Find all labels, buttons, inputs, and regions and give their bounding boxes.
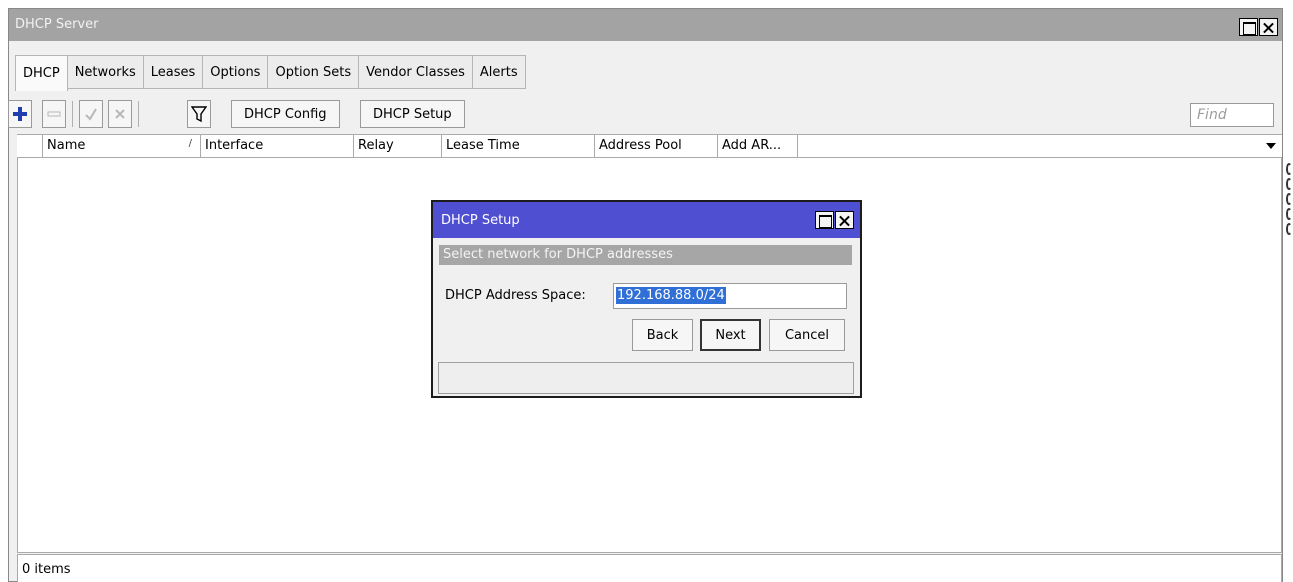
close-icon[interactable] bbox=[835, 211, 854, 229]
table-header: Name / Interface Relay Lease Time Addres… bbox=[17, 134, 1282, 158]
dhcp-setup-button[interactable]: DHCP Setup bbox=[360, 100, 465, 128]
dialog-title: DHCP Setup bbox=[441, 213, 520, 228]
column-filler bbox=[798, 135, 1282, 157]
toolbar: DHCP Config DHCP Setup Find bbox=[8, 97, 1282, 137]
column-selector[interactable] bbox=[17, 135, 43, 158]
column-add-arp[interactable]: Add AR... bbox=[718, 135, 798, 158]
toolbar-separator bbox=[138, 101, 139, 127]
item-count: 0 items bbox=[22, 562, 71, 577]
dialog-window-controls bbox=[815, 211, 854, 229]
tab-dhcp[interactable]: DHCP bbox=[15, 55, 68, 91]
background-strip bbox=[0, 0, 1293, 8]
maximize-icon[interactable] bbox=[1239, 18, 1258, 36]
column-lease-time[interactable]: Lease Time bbox=[442, 135, 595, 158]
tab-bar: DHCP Networks Leases Options Option Sets… bbox=[15, 55, 526, 91]
address-space-input[interactable]: 192.168.88.0/24 bbox=[613, 283, 847, 309]
address-space-label: DHCP Address Space: bbox=[445, 288, 586, 303]
window-title: DHCP Server bbox=[15, 17, 99, 32]
column-interface[interactable]: Interface bbox=[201, 135, 354, 158]
cancel-button[interactable]: Cancel bbox=[769, 319, 845, 351]
window-controls bbox=[1239, 18, 1278, 36]
cross-icon bbox=[115, 109, 125, 119]
back-button[interactable]: Back bbox=[632, 319, 693, 351]
plus-icon bbox=[13, 107, 27, 121]
column-address-pool[interactable]: Address Pool bbox=[595, 135, 718, 158]
dialog-status-bar bbox=[438, 362, 854, 394]
dialog-subtitle: Select network for DHCP addresses bbox=[439, 245, 852, 265]
find-input[interactable]: Find bbox=[1190, 103, 1274, 127]
tab-vendor-classes[interactable]: Vendor Classes bbox=[359, 55, 473, 89]
address-space-value: 192.168.88.0/24 bbox=[616, 287, 726, 304]
sort-icon: / bbox=[188, 138, 192, 149]
column-relay[interactable]: Relay bbox=[354, 135, 442, 158]
tab-options[interactable]: Options bbox=[203, 55, 269, 89]
disable-button[interactable] bbox=[108, 100, 132, 128]
filter-button[interactable] bbox=[187, 100, 211, 128]
filter-icon bbox=[191, 106, 207, 123]
add-button[interactable] bbox=[8, 100, 32, 128]
tab-leases[interactable]: Leases bbox=[143, 55, 204, 89]
tab-alerts[interactable]: Alerts bbox=[472, 55, 526, 89]
check-icon bbox=[85, 108, 97, 121]
remove-button[interactable] bbox=[42, 100, 66, 128]
minus-icon bbox=[47, 111, 61, 117]
status-bar: 0 items bbox=[17, 554, 1282, 582]
dialog-titlebar[interactable]: DHCP Setup bbox=[433, 202, 860, 238]
column-name[interactable]: Name / bbox=[43, 135, 201, 158]
close-icon[interactable] bbox=[1259, 18, 1278, 36]
next-button[interactable]: Next bbox=[700, 319, 761, 351]
maximize-icon[interactable] bbox=[815, 211, 834, 229]
toolbar-separator bbox=[72, 101, 73, 127]
background-right-edge bbox=[1283, 0, 1293, 582]
dhcp-setup-dialog: DHCP Setup Select network for DHCP addre… bbox=[431, 200, 862, 398]
enable-button[interactable] bbox=[79, 100, 103, 128]
chevron-down-icon[interactable] bbox=[1266, 143, 1276, 149]
tab-networks[interactable]: Networks bbox=[67, 55, 144, 89]
dhcp-config-button[interactable]: DHCP Config bbox=[231, 100, 340, 128]
tab-option-sets[interactable]: Option Sets bbox=[268, 55, 360, 89]
window-titlebar[interactable]: DHCP Server bbox=[9, 9, 1282, 41]
